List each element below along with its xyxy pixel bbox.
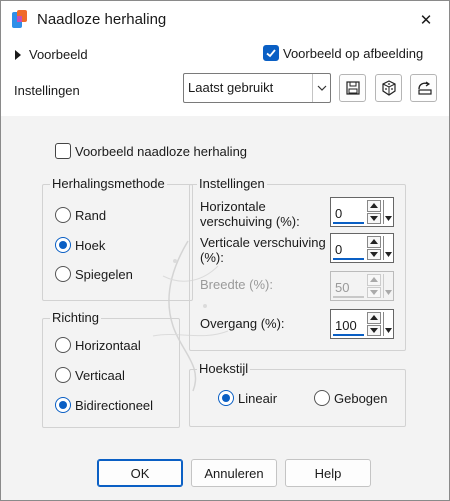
radio-checked-icon: [55, 237, 71, 253]
radio-corner[interactable]: Hoek: [55, 237, 105, 253]
spin-down-icon: [367, 286, 381, 298]
preview-toolbar: Voorbeeld Voorbeeld op afbeelding Instel…: [1, 39, 449, 116]
horizontal-offset-spinner[interactable]: 0: [330, 197, 394, 227]
spin-down-icon[interactable]: [367, 248, 381, 260]
reset-button[interactable]: [375, 74, 402, 102]
cancel-button-label: Annuleren: [204, 465, 264, 481]
settings-label: Instellingen: [14, 83, 80, 98]
ok-button[interactable]: OK: [97, 459, 183, 487]
seamless-preview-checkbox[interactable]: Voorbeeld naadloze herhaling: [55, 143, 247, 159]
radio-horizontal[interactable]: Horizontaal: [55, 337, 141, 353]
radio-unchecked-icon: [55, 367, 71, 383]
preview-expander[interactable]: Voorbeeld: [15, 47, 88, 62]
close-button[interactable]: ✕: [411, 5, 441, 35]
width-label: Breedte (%):: [200, 277, 273, 292]
seamless-tiling-dialog: Naadloze herhaling ✕ Voorbeeld Voorbeeld…: [0, 0, 450, 501]
app-icon: [11, 10, 29, 30]
radio-linear-label: Lineair: [238, 390, 278, 406]
spin-up-icon: [367, 274, 381, 286]
horizontal-offset-label: Horizontale verschuiving (%):: [200, 199, 300, 229]
vertical-offset-spinner[interactable]: 0: [330, 233, 394, 263]
help-button[interactable]: Help: [285, 459, 371, 487]
width-spinner: 50: [330, 271, 394, 301]
close-icon: ✕: [419, 12, 433, 29]
radio-mirror[interactable]: Spiegelen: [55, 266, 133, 282]
spin-down-icon[interactable]: [367, 212, 381, 224]
spin-up-icon[interactable]: [367, 312, 381, 324]
direction-title: Richting: [50, 310, 101, 325]
corner-style-group: Hoekstijl Lineair Gebogen: [189, 361, 406, 427]
radio-vertical-label: Verticaal: [75, 367, 125, 383]
undo-preset-button[interactable]: [410, 74, 437, 102]
save-preset-icon: [345, 81, 360, 95]
direction-group: Richting Horizontaal Verticaal Bidirecti…: [42, 310, 180, 428]
undo-preset-icon: [417, 81, 432, 95]
title-bar: Naadloze herhaling ✕: [1, 1, 449, 39]
horizontal-offset-value: 0: [335, 206, 343, 221]
transition-spinner[interactable]: 100: [330, 309, 394, 339]
radio-checked-icon: [55, 397, 71, 413]
settings-group-title: Instellingen: [197, 176, 267, 191]
seamless-preview-label: Voorbeeld naadloze herhaling: [75, 143, 248, 159]
radio-unchecked-icon: [55, 266, 71, 282]
radio-curved[interactable]: Gebogen: [314, 390, 388, 406]
radio-corner-label: Hoek: [75, 237, 106, 253]
radio-bidirectional[interactable]: Bidirectioneel: [55, 397, 153, 413]
preset-dropdown[interactable]: Laatst gebruikt: [183, 73, 331, 103]
tiling-method-group: Herhalingsmethode Rand Hoek Spiegelen: [42, 176, 193, 301]
preview-on-image-label: Voorbeeld op afbeelding: [283, 45, 424, 61]
radio-horizontal-label: Horizontaal: [75, 337, 141, 353]
vertical-offset-value: 0: [335, 242, 343, 257]
radio-vertical[interactable]: Verticaal: [55, 367, 125, 383]
vertical-offset-label: Verticale verschuiving (%):: [200, 235, 326, 265]
reset-icon: [381, 80, 396, 96]
window-title: Naadloze herhaling: [37, 11, 167, 28]
settings-group: Instellingen Horizontale verschuiving (%…: [189, 176, 406, 351]
radio-bidirectional-label: Bidirectioneel: [75, 397, 154, 413]
radio-linear[interactable]: Lineair: [218, 390, 277, 406]
settings-panel: Voorbeeld naadloze herhaling Herhalingsm…: [13, 116, 439, 446]
ok-button-label: OK: [130, 465, 150, 481]
checkbox-unchecked-icon: [55, 143, 71, 159]
radio-unchecked-icon: [55, 337, 71, 353]
help-button-label: Help: [314, 465, 342, 481]
spin-up-icon[interactable]: [367, 200, 381, 212]
transition-value: 100: [335, 318, 357, 333]
corner-style-title: Hoekstijl: [197, 361, 251, 376]
spin-up-icon[interactable]: [367, 236, 381, 248]
width-value: 50: [335, 280, 350, 295]
expand-arrow-icon: [15, 49, 21, 60]
radio-mirror-label: Spiegelen: [75, 266, 133, 282]
chevron-down-icon: [312, 74, 330, 102]
save-preset-button[interactable]: [339, 74, 366, 102]
preview-expander-label: Voorbeeld: [29, 47, 88, 62]
radio-edge-label: Rand: [75, 207, 107, 223]
radio-unchecked-icon: [55, 207, 71, 223]
preview-on-image-checkbox[interactable]: Voorbeeld op afbeelding: [263, 45, 423, 61]
cancel-button[interactable]: Annuleren: [191, 459, 277, 487]
dropdown-arrow-icon[interactable]: [383, 236, 392, 260]
radio-edge[interactable]: Rand: [55, 207, 106, 223]
transition-label: Overgang (%):: [200, 316, 285, 331]
dropdown-arrow-icon[interactable]: [383, 200, 392, 224]
dropdown-arrow-icon[interactable]: [383, 312, 392, 336]
dropdown-arrow-icon: [383, 274, 392, 298]
radio-unchecked-icon: [314, 390, 330, 406]
checkbox-checked-icon: [263, 45, 279, 61]
tiling-method-title: Herhalingsmethode: [50, 176, 167, 191]
radio-checked-icon: [218, 390, 234, 406]
spin-down-icon[interactable]: [367, 324, 381, 336]
radio-curved-label: Gebogen: [334, 390, 388, 406]
preset-value: Laatst gebruikt: [188, 80, 274, 95]
